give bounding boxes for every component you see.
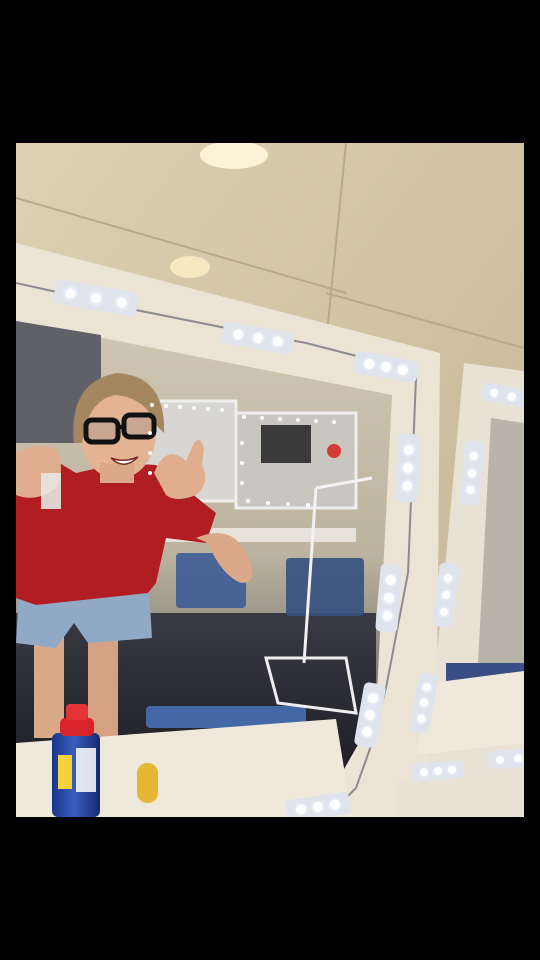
yellow-object (137, 763, 158, 803)
chair (286, 558, 364, 616)
photo-scene (16, 143, 524, 817)
photo (16, 143, 524, 817)
